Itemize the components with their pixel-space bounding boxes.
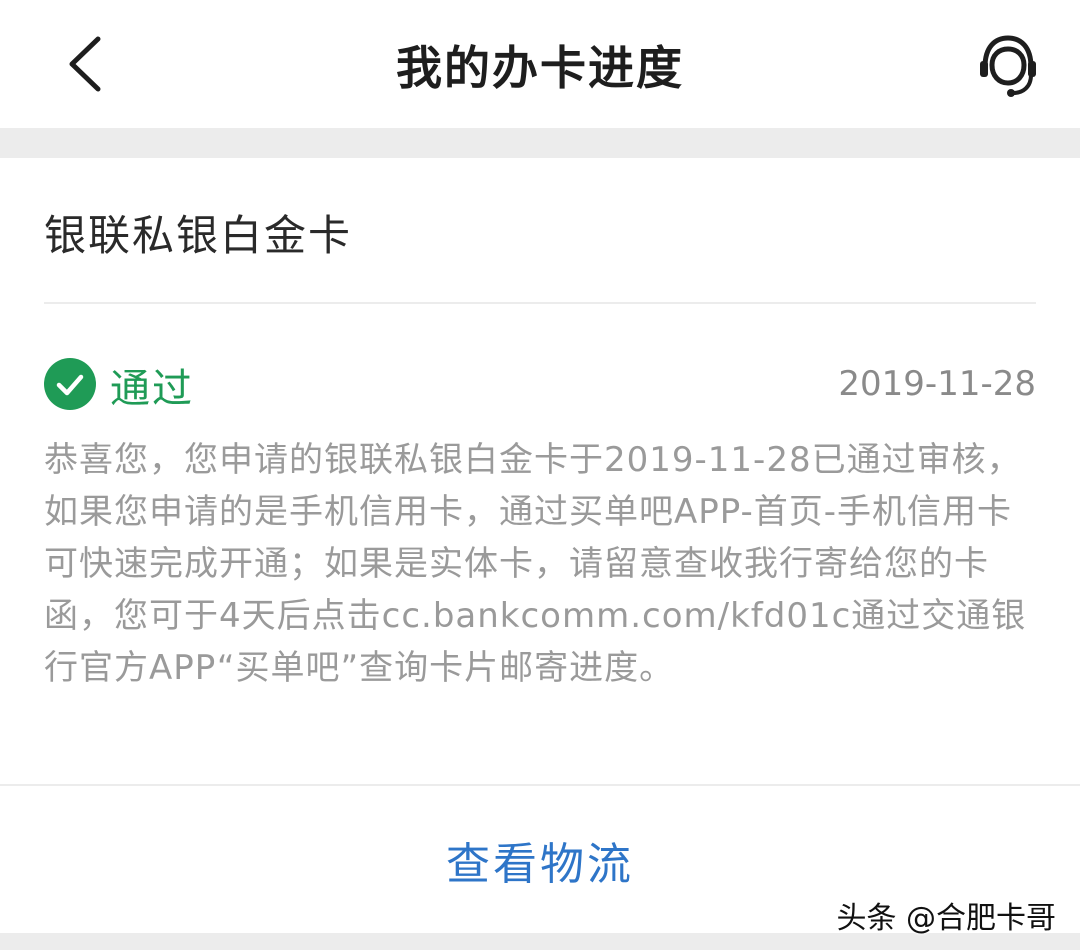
application-card: 银联私银白金卡 通过 2019-11-28 恭喜您，您申请的银联私银白金卡于20… — [0, 158, 1080, 933]
check-circle-icon — [44, 358, 96, 410]
status-date: 2019-11-28 — [838, 364, 1036, 404]
top-bar: 我的办卡进度 — [0, 0, 1080, 128]
card-name: 银联私银白金卡 — [44, 211, 353, 260]
view-logistics-label: 查看物流 — [446, 838, 634, 890]
page-title: 我的办卡进度 — [396, 41, 684, 95]
divider — [44, 302, 1036, 304]
status-label: 通过 — [110, 366, 194, 412]
status-message: 恭喜您，您申请的银联私银白金卡于2019-11-28已通过审核，如果您申请的是手… — [44, 440, 1027, 688]
watermark: 头条 @合肥卡哥 — [836, 901, 1056, 936]
customer-service-headset-icon — [980, 35, 1036, 97]
customer-service-button[interactable] — [966, 30, 1050, 102]
